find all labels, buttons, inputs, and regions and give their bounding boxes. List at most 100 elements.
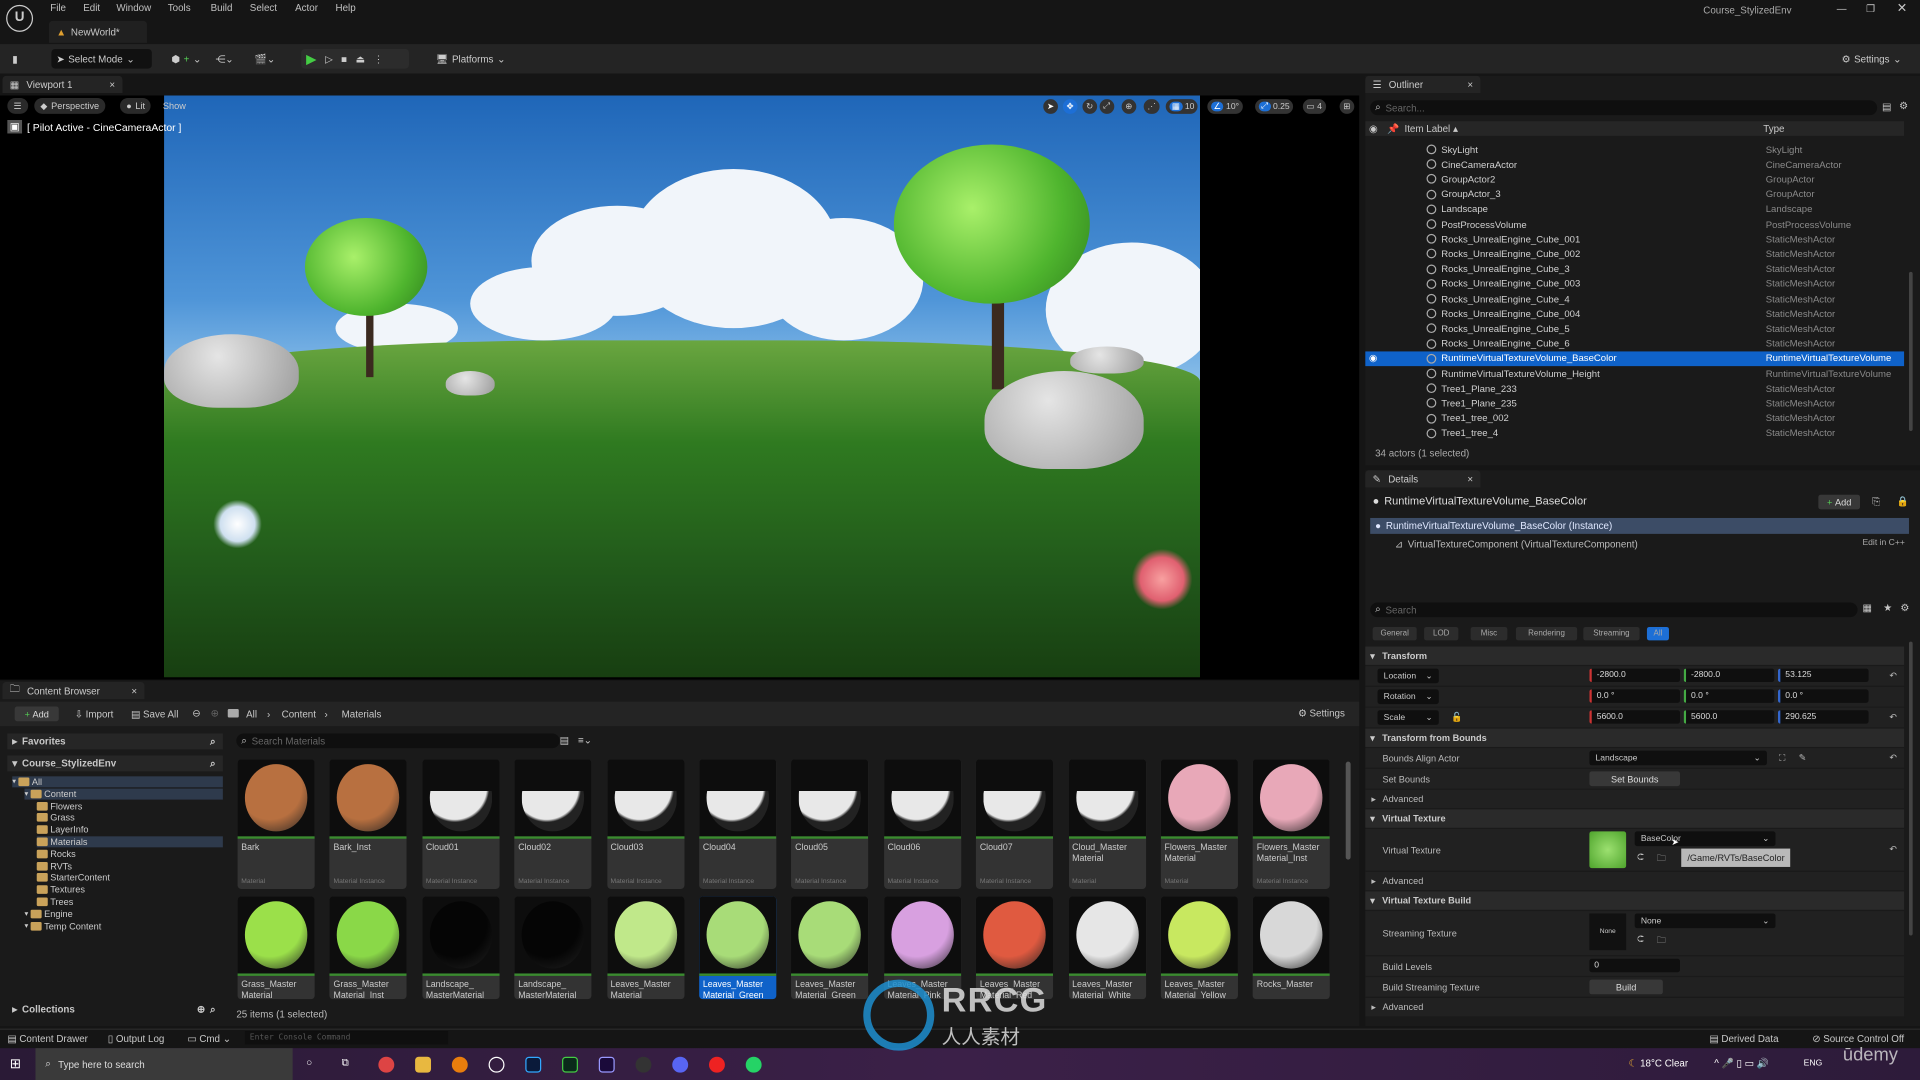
asset-tile[interactable]: Grass_Master Material_Inst (329, 896, 408, 1000)
virtual-texture-build-section[interactable]: ▾ Virtual Texture Build (1365, 891, 1905, 910)
reset-icon[interactable]: ↶ (1889, 711, 1897, 722)
cinematics-button[interactable]: 🎬⌄ (250, 49, 280, 69)
outliner-search[interactable]: ⌕ Search... (1370, 100, 1878, 116)
scale-snap-toggle[interactable]: ⤢ 0.25 (1255, 99, 1294, 114)
settings-button[interactable]: ⚙ Settings ⌄ (1837, 49, 1907, 69)
close-tab-icon[interactable]: × (109, 79, 115, 90)
platforms-button[interactable]: 🖥 Platforms ⌄ (431, 49, 510, 69)
bounds-align-dropdown[interactable]: Landscape ⌄ (1589, 750, 1767, 766)
filter-lod[interactable]: LOD (1424, 626, 1459, 641)
blueprint-button[interactable]: ⋲⌄ (211, 49, 239, 69)
lock-icon[interactable]: 🔒 (1897, 496, 1909, 507)
location-z-field[interactable]: 53.125 (1777, 668, 1869, 683)
asset-tile[interactable]: Cloud03 Material Instance (606, 759, 684, 889)
select-tool-icon[interactable]: ➤ (1043, 99, 1058, 114)
asset-tile[interactable]: Leaves_Master Material (606, 896, 684, 1000)
virtual-texture-dropdown[interactable]: BaseColor ⌄ (1634, 831, 1776, 847)
menu-edit[interactable]: Edit (83, 2, 100, 13)
level-viewport[interactable]: ☰ ◆ Perspective ● Lit Show ▣[ Pilot Active… (0, 95, 1360, 680)
add-filter-icon[interactable]: ▤ (1882, 102, 1891, 113)
transform-from-bounds-section[interactable]: ▾ Transform from Bounds (1365, 728, 1905, 747)
unlock-icon[interactable]: 🔓 (1451, 711, 1462, 722)
item-label-header[interactable]: Item Label ▴ (1404, 123, 1457, 134)
asset-tile[interactable]: Leaves_Master Material_Green_ (791, 896, 869, 1000)
outliner-row[interactable]: CineCameraActor CineCameraActor (1365, 157, 1904, 172)
browse-icon[interactable]: 🗀 (1657, 851, 1666, 867)
outliner-row[interactable]: Tree1_tree_002 StaticMeshActor (1365, 411, 1904, 426)
menu-select[interactable]: Select (250, 2, 277, 13)
asset-tile[interactable]: Bark_Inst Material Instance (329, 759, 408, 889)
menu-build[interactable]: Build (211, 2, 233, 13)
source-control-button[interactable]: ⊘ Source Control Off (1812, 1033, 1904, 1044)
outliner-row[interactable]: Landscape Landscape (1365, 202, 1904, 217)
camera-icon[interactable]: ▣ (7, 120, 23, 134)
menu-window[interactable]: Window (116, 2, 151, 13)
cmd-dropdown[interactable]: ▭ Cmd ⌄ (187, 1033, 231, 1044)
outliner-row[interactable]: RuntimeVirtualTextureVolume_Height Runtim… (1365, 366, 1904, 381)
painter-icon[interactable] (562, 1056, 578, 1073)
youtube-music-icon[interactable] (708, 1056, 725, 1073)
rotation-dropdown[interactable]: Rotation ⌄ (1377, 689, 1439, 705)
gear-icon[interactable]: ⚙ (1899, 100, 1908, 111)
reset-icon[interactable]: ↶ (1889, 844, 1897, 855)
add-component-button[interactable]: + Add (1818, 494, 1861, 510)
translate-tool-icon[interactable]: ✥ (1062, 99, 1078, 114)
outliner-row[interactable]: Rocks_UnrealEngine_Cube_002 StaticMeshAct… (1365, 247, 1904, 262)
asset-tile[interactable]: Cloud04 Material Instance (699, 759, 777, 889)
grid-snap-toggle[interactable]: ▦ 10 (1165, 99, 1199, 114)
unreal-logo-icon[interactable]: U (6, 4, 34, 32)
close-tab-icon[interactable]: × (1467, 79, 1473, 90)
asset-tile[interactable]: Cloud01 Material Instance (422, 759, 500, 889)
surface-snap-icon[interactable]: ⋰ (1143, 99, 1160, 114)
asset-tile[interactable]: Leaves_Master Material_Green (699, 896, 777, 1000)
discord-icon[interactable] (672, 1056, 689, 1073)
outliner-row[interactable]: Rocks_UnrealEngine_Cube_003 StaticMeshAct… (1365, 276, 1904, 291)
save-icon[interactable]: ▮ (7, 49, 22, 69)
transform-section[interactable]: ▾ Transform (1365, 646, 1905, 665)
asset-tile[interactable]: Flowers_Master Material_Inst Material Ins… (1253, 759, 1331, 889)
language-indicator[interactable]: ENG (1804, 1059, 1823, 1068)
asset-tile[interactable]: Leaves_Master Material_Yellow (1160, 896, 1238, 1000)
content-drawer-button[interactable]: ▤ Content Drawer (7, 1033, 88, 1044)
type-header[interactable]: Type (1763, 123, 1784, 134)
outliner-row[interactable]: Rocks_UnrealEngine_Cube_004 StaticMeshAct… (1365, 306, 1904, 321)
outliner-row[interactable]: Rocks_UnrealEngine_Cube_001 StaticMeshAct… (1365, 232, 1904, 247)
build-button[interactable]: Build (1589, 979, 1663, 995)
add-collection-icon[interactable]: ⊕ (197, 1004, 205, 1015)
scale-tool-icon[interactable]: ⤢ (1099, 99, 1114, 114)
asset-tile[interactable]: Cloud05 Material Instance (791, 759, 869, 889)
streaming-texture-thumbnail[interactable]: None (1589, 913, 1627, 951)
asset-tile[interactable]: Cloud06 Material Instance (883, 759, 961, 889)
output-log-button[interactable]: ▯ Output Log (108, 1033, 165, 1044)
menu-file[interactable]: File (50, 2, 66, 13)
unreal-taskbar-icon[interactable] (488, 1056, 505, 1073)
filter-misc[interactable]: Misc (1470, 626, 1508, 641)
texture-thumbnail[interactable] (1589, 831, 1627, 869)
asset-tile[interactable]: Landscape_ MasterMaterial_ (514, 896, 592, 1000)
scale-z-field[interactable]: 290.625 (1777, 710, 1869, 724)
outliner-row[interactable]: Tree1_Plane_233 StaticMeshActor (1365, 381, 1904, 396)
asset-tile[interactable]: Cloud_Master Material Material (1068, 759, 1146, 889)
outliner-row[interactable]: ◉ RuntimeVirtualTextureVolume_BaseColor Ru… (1365, 351, 1905, 366)
windows-start-icon[interactable]: ⊞ (10, 1056, 21, 1072)
asset-tile[interactable]: Grass_Master Material (237, 896, 315, 1000)
outliner-row[interactable]: Rocks_UnrealEngine_Cube_3 StaticMeshActor (1365, 262, 1904, 277)
outliner-row[interactable]: Rocks_UnrealEngine_Cube_6 StaticMeshActor (1365, 336, 1904, 351)
component-row[interactable]: ⊿ VirtualTextureComponent (VirtualTexture… (1395, 539, 1638, 550)
camera-speed-button[interactable]: ▭ 4 (1302, 99, 1326, 114)
property-matrix-icon[interactable]: ▦ (1862, 602, 1871, 613)
collections-header[interactable]: ▸ Collections ⊕ ⌕ (7, 1002, 223, 1018)
close-window-button[interactable]: ✕ (1897, 2, 1907, 15)
asset-scrollbar[interactable] (1345, 761, 1351, 860)
lit-button[interactable]: ● Lit (120, 97, 152, 114)
rotation-snap-toggle[interactable]: ∠ 10° (1207, 99, 1243, 114)
advance-frame-icon[interactable]: ▷ (325, 53, 333, 64)
photoshop-icon[interactable] (525, 1056, 542, 1073)
close-tab-icon[interactable]: × (1467, 473, 1473, 484)
reset-icon[interactable]: ↶ (1889, 670, 1897, 681)
vt-advanced-row[interactable]: ▸ Advanced (1365, 871, 1905, 892)
outliner-row[interactable]: GroupActor2 GroupActor (1365, 172, 1904, 187)
asset-tile[interactable]: Flowers_Master Material Material (1160, 759, 1238, 889)
outliner-row[interactable]: Rocks_UnrealEngine_Cube_5 StaticMeshActor (1365, 321, 1904, 336)
scale-dropdown[interactable]: Scale ⌄ (1377, 710, 1439, 725)
